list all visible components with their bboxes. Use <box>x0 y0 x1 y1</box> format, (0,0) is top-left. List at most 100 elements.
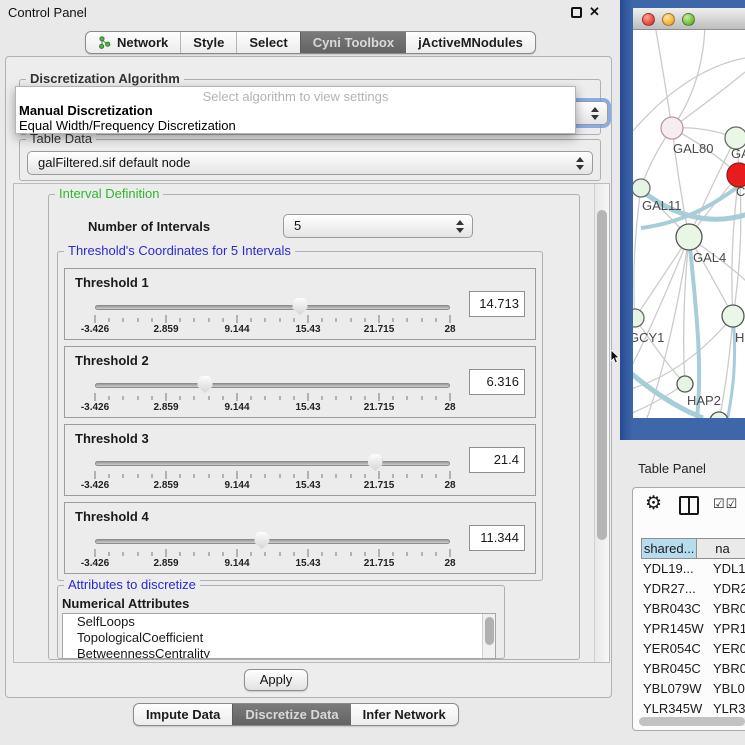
split-columns-icon[interactable] <box>679 496 699 515</box>
network-graph[interactable]: GAL80GACGAL11GAL4GCY1HHAP2 <box>633 30 745 418</box>
network-node[interactable] <box>633 309 644 327</box>
cell-name[interactable]: YER0 <box>713 639 745 659</box>
scrollbar-thumb[interactable] <box>597 210 607 540</box>
tab-jactivemnodules[interactable]: jActiveMNodules <box>406 32 535 53</box>
tab-infer-network[interactable]: Infer Network <box>351 704 458 725</box>
slider-tick <box>308 315 309 323</box>
threshold-value-field[interactable]: 6.316 <box>469 369 525 395</box>
slider-thumb[interactable] <box>292 298 307 315</box>
threshold-slider[interactable] <box>95 305 450 310</box>
cell-shared-name[interactable]: YDR27... <box>643 579 696 599</box>
slider-track[interactable] <box>95 305 450 310</box>
float-window-icon[interactable] <box>571 7 582 18</box>
table-row[interactable]: YDL19... YDL1 <box>641 559 745 579</box>
cell-shared-name[interactable]: YLR345W <box>643 699 702 716</box>
threshold-value-field[interactable]: 11.344 <box>469 525 525 551</box>
table-row[interactable]: YER054C YER0 <box>641 639 745 659</box>
hscrollbar-thumb[interactable] <box>639 717 745 726</box>
slider-tick-label: 15.43 <box>295 480 320 491</box>
tab-impute-data[interactable]: Impute Data <box>134 704 232 725</box>
slider-tick <box>222 474 223 478</box>
slider-track[interactable] <box>95 461 450 466</box>
cell-name[interactable]: YLR3 <box>713 699 745 716</box>
vertical-scrollbar[interactable] <box>594 184 609 662</box>
network-node-label: GCY1 <box>633 330 664 345</box>
zoom-traffic-light-icon[interactable] <box>682 13 695 26</box>
threshold-slider[interactable] <box>95 539 450 544</box>
cell-name[interactable]: YBR0 <box>713 659 745 679</box>
table-body[interactable]: YDL19...YDL1YDR27...YDR2YBR043CYBR0YPR14… <box>641 559 745 716</box>
tab-cyni-toolbox[interactable]: Cyni Toolbox <box>300 32 406 53</box>
tab-discretize-data[interactable]: Discretize Data <box>232 704 350 725</box>
close-traffic-light-icon[interactable] <box>642 13 655 26</box>
option-manual-discretization[interactable]: Manual Discretization <box>19 103 153 118</box>
slider-tick <box>137 318 138 322</box>
table-data-combobox[interactable]: galFiltered.sif default node <box>27 151 593 175</box>
column-header-shared-name[interactable]: shared... <box>641 538 697 559</box>
threshold-slider[interactable] <box>95 383 450 388</box>
slider-thumb[interactable] <box>254 532 269 549</box>
apply-button[interactable]: Apply <box>244 669 308 691</box>
threshold-slider[interactable] <box>95 461 450 466</box>
attribute-list-item[interactable]: SelfLoops <box>63 614 495 630</box>
threshold-value-field[interactable]: 14.713 <box>469 291 525 317</box>
table-row[interactable]: YLR345W YLR3 <box>641 699 745 716</box>
network-node[interactable] <box>633 179 650 197</box>
table-row[interactable]: YPR145W YPR1 <box>641 619 745 639</box>
minimize-traffic-light-icon[interactable] <box>662 13 675 26</box>
cell-shared-name[interactable]: YER054C <box>643 639 701 659</box>
cell-name[interactable]: YBR0 <box>713 599 745 619</box>
attribute-list-item[interactable]: BetweennessCentrality <box>63 646 495 659</box>
numerical-attributes-list[interactable]: SelfLoopsTopologicalCoefficientBetweenne… <box>62 613 496 659</box>
slider-track[interactable] <box>95 383 450 388</box>
network-node[interactable] <box>710 412 728 418</box>
option-equal-width-frequency[interactable]: Equal Width/Frequency Discretization <box>19 118 236 133</box>
number-of-intervals-combobox[interactable]: 5 <box>283 214 473 238</box>
cell-shared-name[interactable]: YPR145W <box>643 619 704 639</box>
network-node[interactable] <box>661 117 683 139</box>
network-node-label: GA <box>731 146 745 161</box>
slider-tick <box>407 396 408 400</box>
attribute-list-item[interactable]: TopologicalCoefficient <box>63 630 495 646</box>
threshold-value-field[interactable]: 21.4 <box>469 447 525 473</box>
close-icon[interactable]: ✕ <box>589 4 600 20</box>
column-header-name[interactable]: na <box>697 538 745 559</box>
slider-tick <box>450 549 451 557</box>
tab-network[interactable]: Network <box>86 32 180 53</box>
slider-ticks <box>95 393 450 401</box>
cell-shared-name[interactable]: YBR043C <box>643 599 701 619</box>
cell-shared-name[interactable]: YBL079W <box>643 679 702 699</box>
gear-icon[interactable]: ⚙ <box>645 493 662 515</box>
cell-name[interactable]: YDR2 <box>713 579 745 599</box>
list-scrollbar-thumb[interactable] <box>485 617 494 645</box>
tab-select[interactable]: Select <box>236 32 299 53</box>
network-window-titlebar[interactable] <box>633 8 745 30</box>
slider-track[interactable] <box>95 539 450 544</box>
tab-style[interactable]: Style <box>180 32 236 53</box>
slider-tick <box>251 552 252 556</box>
slider-tick-label: 28 <box>444 402 455 413</box>
slider-tick <box>194 552 195 556</box>
network-node[interactable] <box>676 224 702 250</box>
slider-thumb[interactable] <box>198 376 213 393</box>
table-row[interactable]: YBL079W YBL0 <box>641 679 745 699</box>
slider-thumb[interactable] <box>368 454 383 471</box>
attributes-group: Attributes to discretize Numerical Attri… <box>57 585 505 659</box>
table-row[interactable]: YBR045C YBR0 <box>641 659 745 679</box>
table-row[interactable]: YBR043C YBR0 <box>641 599 745 619</box>
cell-shared-name[interactable]: YDL19... <box>643 559 694 579</box>
select-columns-icon[interactable]: ☑☑ <box>713 496 738 512</box>
network-node[interactable] <box>677 376 693 392</box>
network-node-label: HAP2 <box>687 393 721 408</box>
network-view[interactable]: GAL80GACGAL11GAL4GCY1HHAP2 <box>633 30 745 418</box>
cell-name[interactable]: YBL0 <box>713 679 745 699</box>
network-node[interactable] <box>722 305 744 327</box>
slider-tick <box>137 474 138 478</box>
table-row[interactable]: YDR27... YDR2 <box>641 579 745 599</box>
cell-name[interactable]: YPR1 <box>713 619 745 639</box>
cell-shared-name[interactable]: YBR045C <box>643 659 701 679</box>
network-window[interactable]: GAL80GACGAL11GAL4GCY1HHAP2 <box>620 0 745 440</box>
horizontal-scrollbar[interactable] <box>639 717 745 726</box>
cell-name[interactable]: YDL1 <box>713 559 745 579</box>
list-scrollbar[interactable] <box>482 614 495 658</box>
